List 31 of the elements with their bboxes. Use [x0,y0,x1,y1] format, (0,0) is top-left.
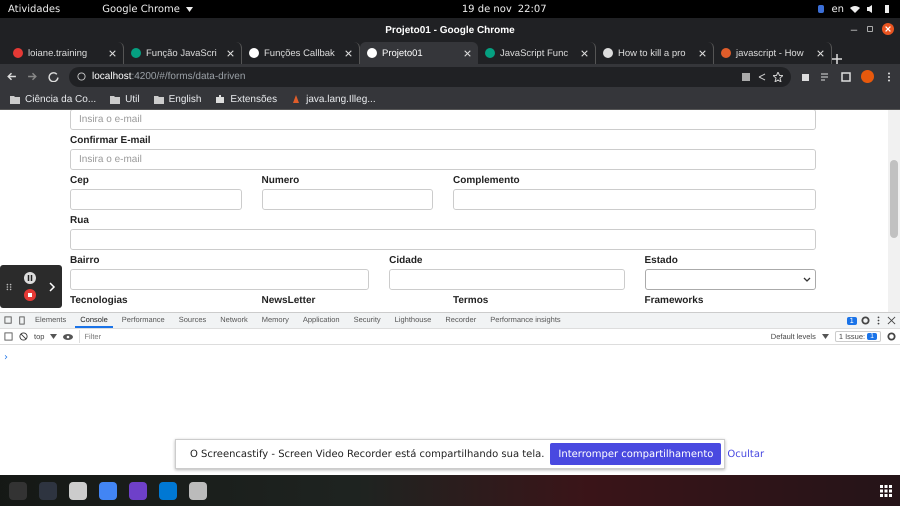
language-menu[interactable]: en [832,4,844,14]
bookmark[interactable]: English [154,94,202,104]
window-title: Projeto01 - Google Chrome [385,24,515,36]
time-label: 22:07 [518,4,547,14]
field-label: Frameworks [644,295,704,307]
field-label: Tecnologias [70,295,129,307]
address-field[interactable]: localhost:4200/#/forms/data-driven [69,66,791,86]
bookmark[interactable]: java.lang.Illeg... [291,94,376,104]
hide-link[interactable]: Ocultar [727,448,764,460]
field-label: Termos [452,295,490,307]
field-label: Rua [70,215,90,227]
field-label: Estado [644,255,679,267]
share-message: O Screencastify - Screen Video Recorder está compartilhando sua tela. [190,448,544,460]
bookmark[interactable]: Extensões [215,94,278,104]
app-menu[interactable]: Google Chrome [102,4,180,14]
field-label: Numero [262,175,300,187]
field-label: Cep [70,175,90,187]
stop-sharing-button[interactable]: Interromper compartilhamento [550,443,722,465]
field-label: Complemento [452,175,521,187]
text-field[interactable]: Insira o e-mail [70,110,816,130]
bookmark[interactable]: Util [110,94,140,104]
browser-tab[interactable]: Projeto01 [360,42,478,64]
field-label: Bairro [70,255,100,267]
field-label: NewsLetter [262,295,316,307]
text-field[interactable]: Insira o e-mail [70,149,816,170]
date-label: 19 de nov [462,4,512,14]
bookmark[interactable]: Ciência da Co... [10,94,96,104]
field-label: Confirmar E-mail [70,135,152,147]
console-prompt[interactable]: › [4,352,8,363]
field-label: Cidade [389,255,424,267]
activities-label[interactable]: Atividades [8,4,60,14]
